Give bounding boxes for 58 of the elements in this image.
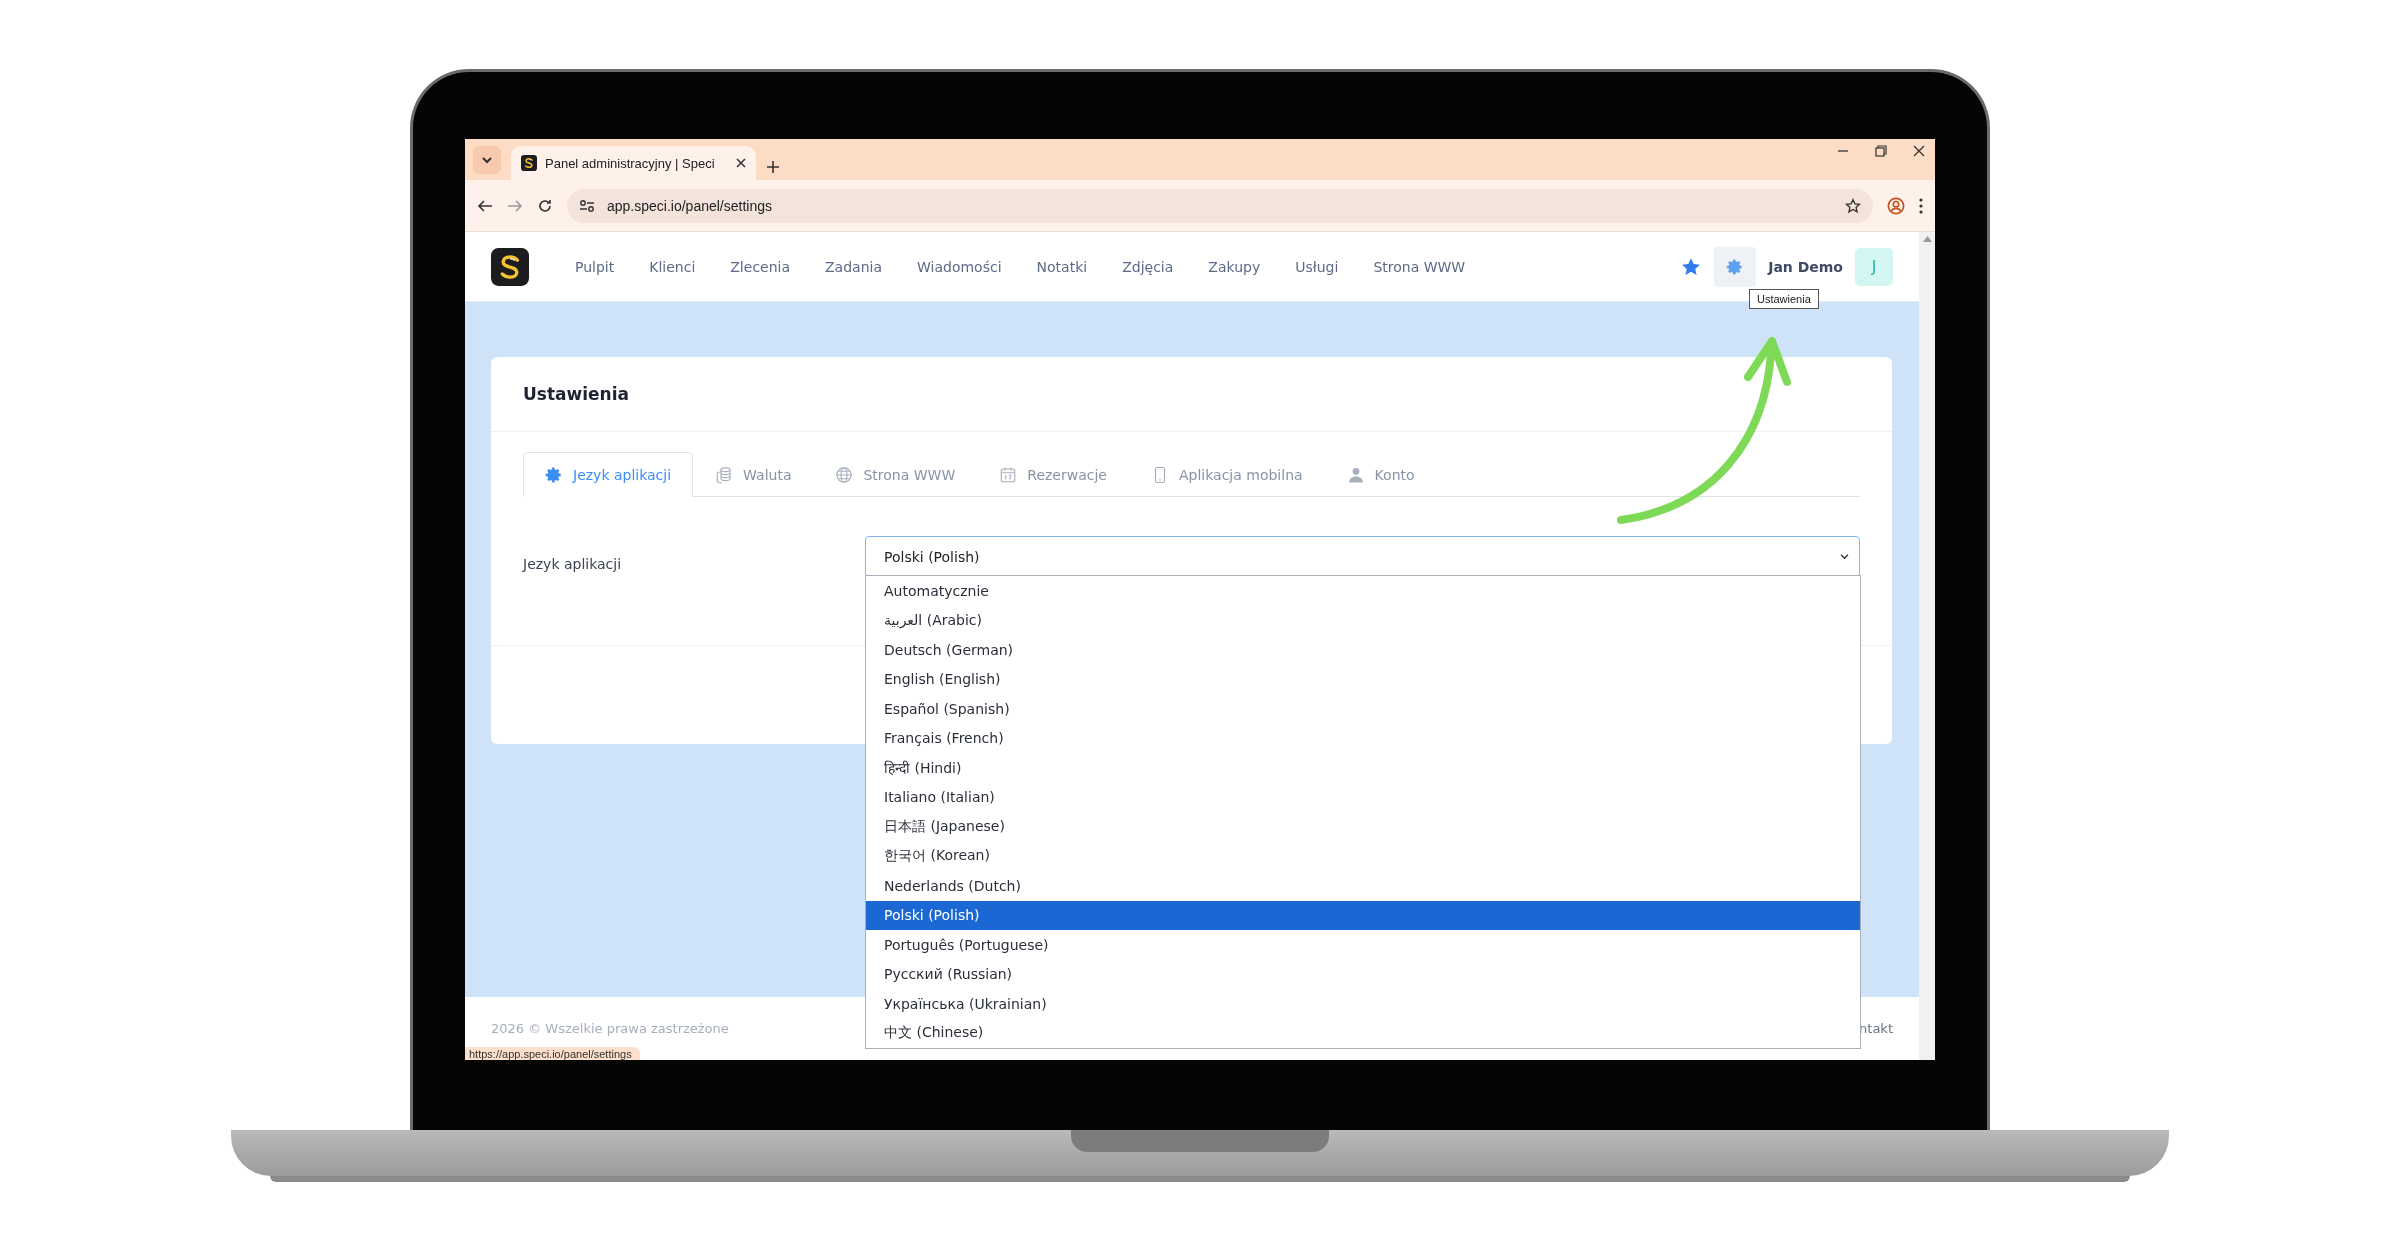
logo-icon[interactable] <box>521 155 537 171</box>
dropdown-option[interactable]: Українська (Ukrainian) <box>866 989 1860 1019</box>
dropdown-option[interactable]: Nederlands (Dutch) <box>866 871 1860 901</box>
dropdown-option[interactable]: Polski (Polish) <box>866 900 1860 930</box>
nav-link[interactable]: Klienci <box>649 258 696 275</box>
tooltip: Ustawienia <box>1749 289 1819 309</box>
close-icon[interactable] <box>736 158 746 168</box>
dropdown-option[interactable]: Automatycznie <box>866 576 1860 606</box>
chevron-down-icon <box>482 156 492 164</box>
dropdown-option[interactable]: English (English) <box>866 664 1860 694</box>
dropdown-option[interactable]: Español (Spanish) <box>866 694 1860 724</box>
nav-link[interactable]: Zadania <box>825 258 882 275</box>
logo-icon[interactable] <box>491 247 529 286</box>
restore-icon[interactable] <box>1875 145 1887 157</box>
dropdown-option[interactable]: Italiano (Italian) <box>866 782 1860 812</box>
field-label: Jezyk aplikacji <box>523 554 623 572</box>
coins-icon <box>715 466 734 484</box>
nav-link[interactable]: Usługi <box>1295 258 1339 275</box>
menu-icon[interactable] <box>1919 197 1923 214</box>
gear-icon <box>545 466 563 484</box>
back-arrow-icon[interactable] <box>477 197 493 214</box>
nav-link[interactable]: Zlecenia <box>730 258 791 275</box>
user-name[interactable]: Jan Demo <box>1768 258 1843 275</box>
dropdown-option[interactable]: Deutsch (German) <box>866 635 1860 665</box>
dropdown-option[interactable]: 한국어 (Korean) <box>866 841 1860 871</box>
dropdown-option[interactable]: العربية (Arabic) <box>866 605 1860 635</box>
close-icon[interactable] <box>1913 145 1925 157</box>
address-bar[interactable]: app.speci.io/panel/settings <box>567 188 1873 223</box>
calendar-icon <box>999 466 1018 484</box>
person-icon <box>1346 466 1365 484</box>
star-outline-icon[interactable] <box>1845 197 1861 214</box>
nav-link[interactable]: Notatki <box>1036 258 1088 275</box>
forward-arrow-icon[interactable] <box>507 197 523 214</box>
dropdown-option[interactable]: Français (French) <box>866 723 1860 753</box>
scrollbar[interactable] <box>1919 232 1935 1060</box>
nav-link[interactable]: Pulpit <box>575 258 615 275</box>
browser-tab[interactable]: Panel administracyjny | Speci <box>511 146 756 180</box>
settings-button[interactable] <box>1714 246 1757 287</box>
reload-icon[interactable] <box>537 197 553 214</box>
dropdown-option[interactable]: Русский (Russian) <box>866 959 1860 989</box>
globe-icon <box>835 466 854 484</box>
status-url: https://app.speci.io/panel/settings <box>465 1047 640 1060</box>
dropdown-option[interactable]: 日本語 (Japanese) <box>866 812 1860 842</box>
nav-link[interactable]: Zakupy <box>1208 258 1261 275</box>
footer-copyright: 2026 © Wszelkie prawa zastrzeżone <box>491 1021 729 1036</box>
chevron-down-icon <box>1840 553 1849 560</box>
nav-link[interactable]: Wiadomości <box>917 258 1002 275</box>
card-title: Ustawienia <box>523 384 629 404</box>
dropdown-option[interactable]: Português (Portuguese) <box>866 930 1860 960</box>
dropdown-option[interactable]: हिन्दी (Hindi) <box>866 753 1860 783</box>
site-settings-icon[interactable] <box>579 198 595 213</box>
nav-link[interactable]: Strona WWW <box>1373 258 1466 275</box>
nav-link[interactable]: Zdjęcia <box>1122 258 1174 275</box>
plus-icon[interactable] <box>766 160 780 174</box>
profile-icon[interactable] <box>1887 196 1905 215</box>
gear-icon <box>1726 257 1745 276</box>
tab-search-button[interactable] <box>473 146 501 174</box>
dropdown-option[interactable]: 中文 (Chinese) <box>866 1018 1860 1048</box>
